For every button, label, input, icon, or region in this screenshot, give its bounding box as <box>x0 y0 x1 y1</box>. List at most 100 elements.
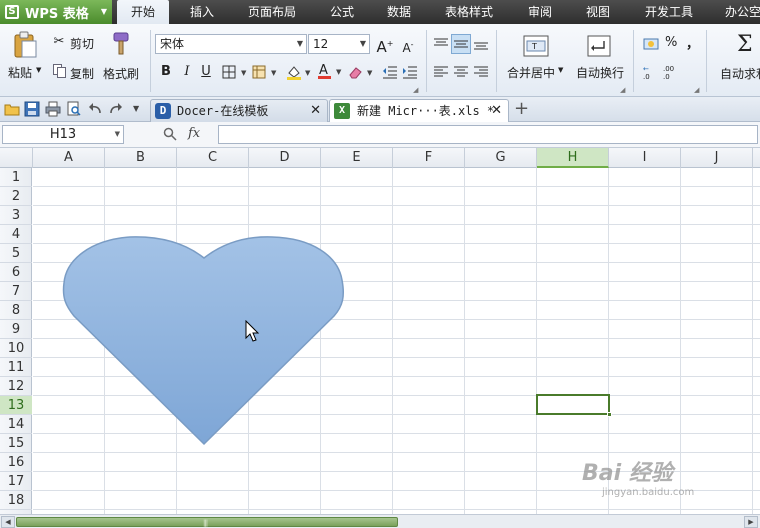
merge-center-icon: T <box>523 35 549 57</box>
svg-text:←: ← <box>643 65 649 73</box>
tab-office[interactable]: 办公空 <box>718 0 760 24</box>
decrease-font-size-icon[interactable]: A- <box>399 36 417 55</box>
italic-button[interactable]: I <box>178 63 196 81</box>
print-preview-icon[interactable] <box>66 101 82 117</box>
close-icon[interactable]: ✕ <box>310 100 321 122</box>
clear-format-button[interactable]: ▼ <box>347 64 377 80</box>
mouse-pointer-icon <box>245 320 260 342</box>
increase-font-size-icon[interactable]: A+ <box>376 35 394 56</box>
ribbon-divider <box>633 30 634 92</box>
align-top-icon[interactable] <box>433 36 449 52</box>
name-box[interactable]: H13 ▼ <box>2 125 124 144</box>
copy-button[interactable]: 复制 <box>70 65 94 82</box>
chevron-down-icon: ▼ <box>114 130 120 138</box>
save-icon[interactable] <box>24 101 40 117</box>
tab-home[interactable]: 开始 <box>117 0 169 24</box>
eraser-icon: ▼ <box>349 67 373 79</box>
align-right-icon[interactable] <box>473 64 489 80</box>
font-dialog-launcher-icon[interactable]: ◢ <box>413 86 418 94</box>
paste-dropdown-icon[interactable]: ▼ <box>36 66 41 74</box>
sigma-icon[interactable]: Σ <box>737 32 753 57</box>
merge-center-button[interactable]: T <box>522 34 550 58</box>
cut-button[interactable]: 剪切 <box>70 35 94 52</box>
customize-toolbar-icon[interactable]: ▼ <box>133 101 149 117</box>
close-icon[interactable]: ✕ <box>491 100 502 122</box>
scrollbar-thumb[interactable]: ||| <box>16 517 398 527</box>
wrap-text-button[interactable] <box>586 34 612 58</box>
ribbon-divider <box>150 30 151 92</box>
doc-tab-label: 新建 Micr···表.xls * <box>357 104 495 118</box>
tab-review[interactable]: 审阅 <box>518 0 562 24</box>
decrease-decimal-icon[interactable]: .00.0 <box>663 64 679 80</box>
font-size-value: 12 <box>313 37 329 51</box>
app-logo-label: WPS 表格 <box>25 6 89 22</box>
new-tab-plus-icon[interactable]: + <box>514 100 530 118</box>
tab-docer-templates[interactable]: D Docer-在线模板 ✕ <box>150 99 328 122</box>
format-painter-button[interactable] <box>110 30 134 58</box>
percent-button[interactable]: % <box>665 35 677 50</box>
wrap-text-label: 自动换行 <box>576 66 625 80</box>
formula-input[interactable] <box>218 125 758 144</box>
horizontal-scrollbar[interactable]: ◀ ||| ▶ <box>0 514 760 528</box>
underline-button[interactable]: U <box>197 63 215 81</box>
tab-data[interactable]: 数据 <box>377 0 421 24</box>
docer-icon: D <box>155 103 171 119</box>
font-name-select[interactable]: 宋体 ▼ <box>155 34 307 54</box>
autosum-button[interactable]: 自动求和 <box>720 65 760 82</box>
align-bottom-icon[interactable] <box>473 36 489 52</box>
menu-bar: S WPS 表格 ▼ 开始 插入 页面布局 公式 数据 表格样式 审阅 视图 开… <box>0 0 760 24</box>
merge-dropdown-icon[interactable]: ▼ <box>558 66 563 74</box>
insert-function-button[interactable]: fx <box>188 126 200 141</box>
alignment-dialog-launcher-icon[interactable]: ◢ <box>620 86 625 94</box>
font-name-value: 宋体 <box>160 37 185 51</box>
tab-insert[interactable]: 插入 <box>178 0 226 24</box>
quick-access-toolbar: ▼ D Docer-在线模板 ✕ X 新建 Micr···表.xls * ✕ + <box>0 97 760 122</box>
open-folder-icon[interactable] <box>4 101 20 117</box>
tab-workbook[interactable]: X 新建 Micr···表.xls * ✕ <box>329 99 509 122</box>
tab-page-layout[interactable]: 页面布局 <box>238 0 306 24</box>
fill-color-button[interactable]: ▼ <box>285 64 315 80</box>
zoom-search-icon[interactable] <box>163 127 177 144</box>
font-size-select[interactable]: 12 ▼ <box>308 34 370 54</box>
decrease-indent-icon[interactable] <box>382 64 398 80</box>
svg-text:▼: ▼ <box>271 69 277 77</box>
bold-button[interactable]: B <box>157 63 175 81</box>
borders-button[interactable]: ▼ <box>221 64 251 80</box>
wps-app-menu-button[interactable]: S WPS 表格 ▼ <box>0 0 112 24</box>
paste-label: 粘贴 <box>8 66 33 80</box>
increase-decimal-icon[interactable]: ← .0 <box>643 64 659 80</box>
spreadsheet-file-icon: X <box>334 103 350 119</box>
svg-text:▼: ▼ <box>241 69 247 77</box>
align-middle-icon[interactable] <box>451 34 471 54</box>
scroll-right-icon[interactable]: ▶ <box>744 516 758 528</box>
increase-indent-icon[interactable] <box>402 64 418 80</box>
wps-logo-icon: S <box>5 5 19 19</box>
print-icon[interactable] <box>45 101 61 117</box>
currency-format-icon[interactable] <box>643 36 661 52</box>
tab-table-style[interactable]: 表格样式 <box>436 0 502 24</box>
cell-style-button[interactable]: ▼ <box>251 64 281 80</box>
ribbon-divider <box>706 30 707 92</box>
copy-icon <box>52 64 66 78</box>
font-color-button[interactable]: A ▼ <box>316 62 346 80</box>
tab-view[interactable]: 视图 <box>576 0 620 24</box>
paste-button[interactable] <box>10 30 40 60</box>
undo-icon[interactable] <box>87 101 103 117</box>
tab-developer[interactable]: 开发工具 <box>636 0 702 24</box>
align-center-icon[interactable] <box>453 64 469 80</box>
ribbon-divider <box>496 30 497 92</box>
chevron-down-icon: ▼ <box>359 39 366 48</box>
tab-formulas[interactable]: 公式 <box>320 0 364 24</box>
ribbon-divider <box>426 30 427 92</box>
align-left-icon[interactable] <box>433 64 449 80</box>
wrap-text-icon <box>587 35 611 57</box>
comma-style-button[interactable]: ， <box>686 33 699 52</box>
svg-text:▼: ▼ <box>305 69 311 77</box>
redo-icon[interactable] <box>108 101 124 117</box>
borders-icon: ▼ <box>222 65 247 79</box>
scroll-left-icon[interactable]: ◀ <box>1 516 15 528</box>
svg-text:▼: ▼ <box>367 69 373 77</box>
font-color-icon: A ▼ <box>318 63 342 79</box>
number-dialog-launcher-icon[interactable]: ◢ <box>694 86 699 94</box>
merge-center-label: 合并居中 <box>507 66 556 80</box>
